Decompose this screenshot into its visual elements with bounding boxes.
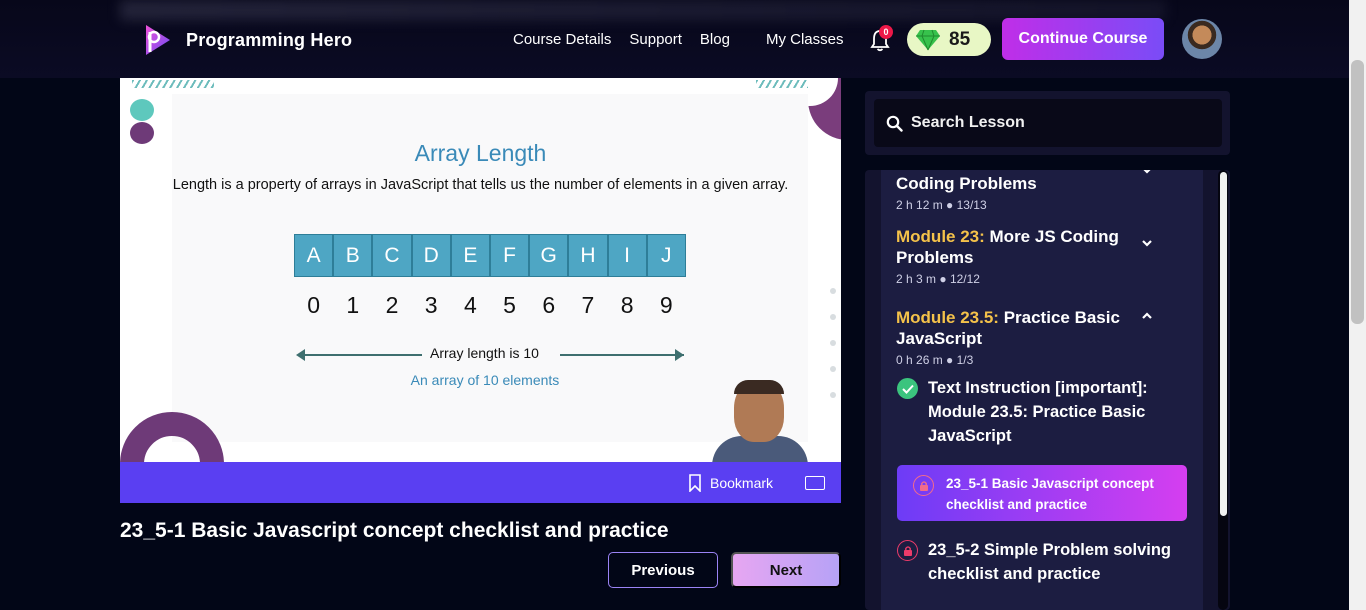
- lock-icon: [913, 475, 934, 496]
- array-cell: G: [529, 234, 569, 277]
- array-index: 6: [542, 292, 556, 318]
- chevron-up-icon[interactable]: [1141, 310, 1153, 322]
- module-number: Module 23:: [896, 227, 985, 246]
- bookmark-label: Bookmark: [710, 475, 774, 491]
- video-control-bar: Bookmark: [120, 462, 841, 503]
- search-box[interactable]: [874, 99, 1222, 147]
- array-index: 3: [424, 292, 438, 318]
- array-index: 2: [385, 292, 399, 318]
- array-cell: H: [568, 234, 608, 277]
- nav-support[interactable]: Support: [629, 31, 682, 48]
- array-cells: A B C D E F G H I J: [294, 234, 686, 277]
- diamond-icon: [916, 29, 940, 50]
- arrow-right-icon: [675, 349, 684, 361]
- nav-course-details[interactable]: Course Details: [513, 31, 611, 48]
- nav-blog[interactable]: Blog: [700, 31, 730, 48]
- module-list-scroll-thumb[interactable]: [1220, 172, 1227, 516]
- lesson-title: 23_5-2 Simple Problem solving checklist …: [928, 541, 1172, 583]
- arrow-left-icon: [296, 349, 305, 361]
- decorative-dot: [130, 99, 154, 121]
- play-logo-icon: [140, 22, 176, 58]
- module-meta: 2 h 3 m ● 12/12: [896, 272, 980, 286]
- brand-logo[interactable]: Programming Hero: [140, 22, 352, 58]
- module-duration: 2 h 3 m: [896, 272, 937, 286]
- bookmark-icon: [689, 474, 701, 492]
- length-arrow-line: [560, 354, 684, 356]
- array-cell: A: [294, 234, 334, 277]
- module-progress: 13/13: [956, 198, 987, 212]
- array-index: 9: [659, 292, 673, 318]
- page-scrollbar[interactable]: [1349, 0, 1366, 610]
- check-icon: [897, 378, 918, 399]
- array-index: 7: [581, 292, 595, 318]
- module-title: Module 23: More JS Coding Problems: [896, 226, 1156, 268]
- search-panel: [865, 91, 1230, 155]
- decorative-corner: [808, 78, 841, 140]
- presenter-webcam: [704, 380, 814, 462]
- array-cell: I: [607, 234, 647, 277]
- chevron-down-icon[interactable]: [1141, 170, 1153, 176]
- module-meta: 2 h 12 m ● 13/13: [896, 198, 987, 212]
- module-item[interactable]: Coding Problems 2 h 12 m ● 13/13: [896, 173, 1186, 212]
- lesson-title: Text Instruction [important]: Module 23.…: [928, 379, 1148, 445]
- chevron-down-icon[interactable]: [1141, 237, 1153, 249]
- array-index: 4: [463, 292, 477, 318]
- decorative-hatch: [132, 80, 214, 88]
- avatar[interactable]: [1182, 19, 1222, 59]
- lesson-item[interactable]: Text Instruction [important]: Module 23.…: [897, 376, 1187, 448]
- previous-button[interactable]: Previous: [608, 552, 718, 588]
- module-title: Module 23.5: Practice Basic JavaScript: [896, 307, 1156, 349]
- video-player[interactable]: Array Length Length is a property of arr…: [120, 78, 841, 462]
- module-number: Module 23.5:: [896, 308, 999, 327]
- search-input[interactable]: [911, 114, 1211, 132]
- notification-badge: 0: [879, 25, 893, 39]
- array-length-label: Array length is 10: [430, 345, 539, 361]
- module-list: Coding Problems 2 h 12 m ● 13/13 Module …: [865, 170, 1230, 610]
- array-indices: 0 1 2 3 4 5 6 7 8 9: [294, 292, 686, 319]
- module-duration: 2 h 12 m: [896, 198, 943, 212]
- module-name: Coding Problems: [896, 174, 1037, 193]
- brand-name: Programming Hero: [186, 29, 353, 50]
- slide-title: Array Length: [414, 140, 547, 166]
- continue-course-button[interactable]: Continue Course: [1002, 18, 1164, 60]
- array-cell: F: [489, 234, 530, 277]
- module-progress: 12/12: [949, 272, 980, 286]
- module-title: Coding Problems: [896, 173, 1156, 194]
- array-index: 0: [307, 292, 320, 318]
- length-arrow-line: [298, 354, 422, 356]
- array-cell: D: [411, 234, 451, 277]
- nav-my-classes[interactable]: My Classes: [766, 31, 844, 48]
- module-item[interactable]: Module 23: More JS Coding Problems 2 h 3…: [896, 226, 1186, 286]
- lesson-title: 23_5-1 Basic Javascript concept checklis…: [120, 519, 669, 542]
- page-scroll-thumb[interactable]: [1351, 60, 1364, 324]
- module-meta: 0 h 26 m ● 1/3: [896, 353, 974, 367]
- decorative-dots: [830, 288, 836, 418]
- nav-links: Course Details Support Blog My Classes: [513, 31, 843, 48]
- slide-subtitle: Length is a property of arrays in JavaSc…: [172, 177, 789, 193]
- lesson-item-active[interactable]: 23_5-1 Basic Javascript concept checklis…: [897, 465, 1187, 521]
- module-duration: 0 h 26 m: [896, 353, 943, 367]
- array-index: 1: [346, 292, 360, 318]
- gems-count: 85: [949, 28, 971, 50]
- array-index: 8: [620, 292, 634, 318]
- array-cell: J: [646, 234, 686, 277]
- array-cell: B: [333, 234, 373, 277]
- module-progress: 1/3: [956, 353, 974, 367]
- lesson-item[interactable]: 23_5-2 Simple Problem solving checklist …: [897, 538, 1187, 586]
- array-cell: C: [372, 234, 412, 277]
- gems-counter[interactable]: 85: [907, 23, 991, 56]
- bookmark-button[interactable]: Bookmark: [688, 474, 773, 492]
- array-cell: E: [450, 234, 490, 277]
- array-index: 5: [503, 292, 516, 318]
- theater-mode-icon[interactable]: [805, 476, 825, 490]
- lock-icon: [897, 540, 918, 561]
- next-button[interactable]: Next: [731, 552, 841, 588]
- search-icon: [886, 115, 903, 132]
- lesson-title: 23_5-1 Basic Javascript concept checklis…: [946, 476, 1154, 512]
